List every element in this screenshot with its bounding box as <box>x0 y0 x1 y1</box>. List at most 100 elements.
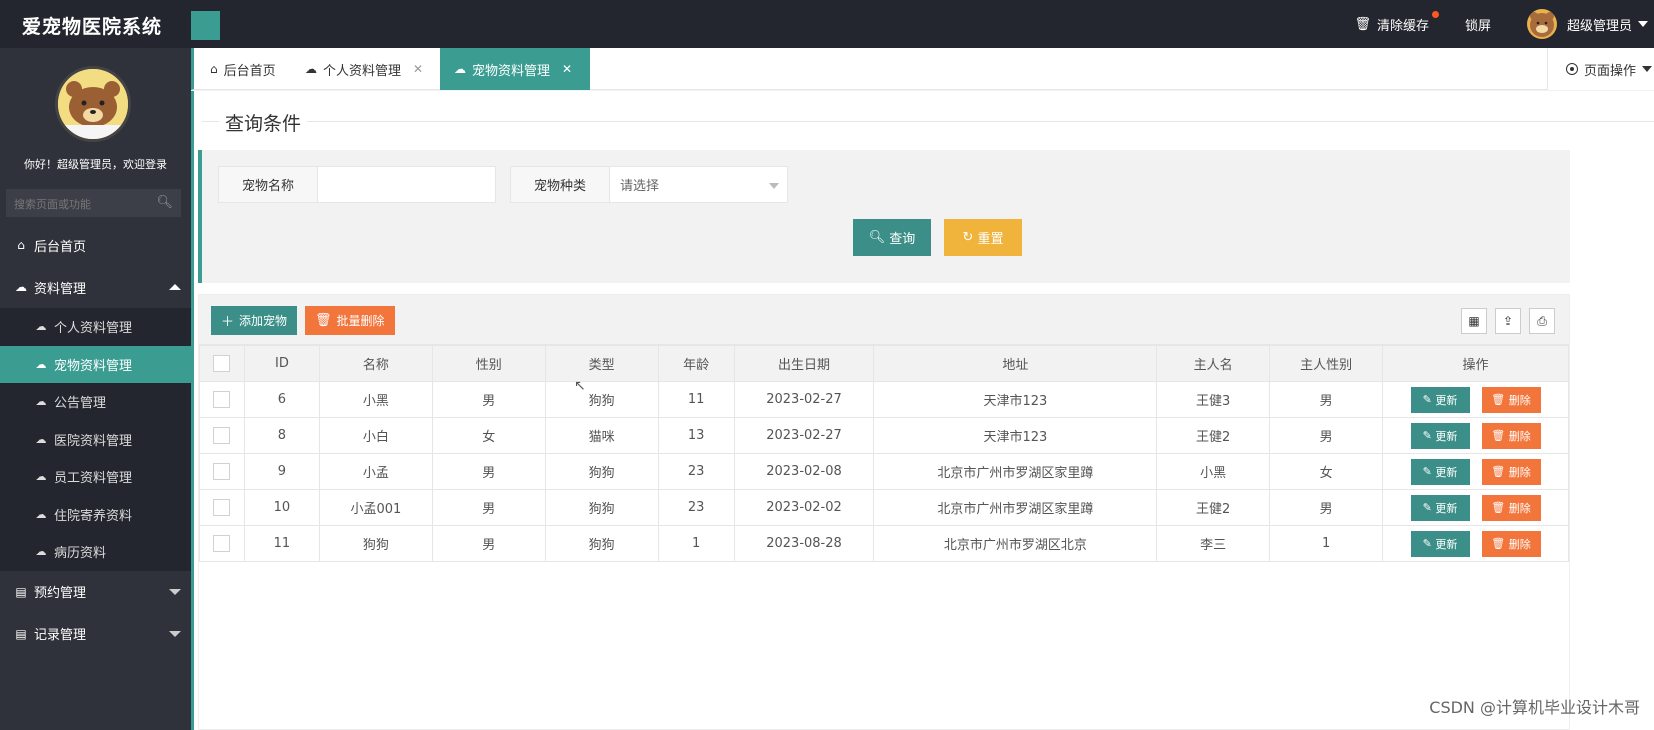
avatar <box>1526 9 1557 39</box>
column-header[interactable]: 地址 <box>873 345 1158 382</box>
close-icon[interactable]: ✕ <box>413 62 423 76</box>
table-cell: 2023-02-27 <box>733 417 875 454</box>
search-icon[interactable]: 🔍︎ <box>156 195 173 210</box>
table-cell: 小白 <box>318 417 433 454</box>
page-ops-dropdown[interactable]: 页面操作 <box>1547 48 1654 90</box>
delete-button[interactable]: 🗑 删除 <box>1481 530 1541 557</box>
row-actions: ✎ 更新 🗑 删除 <box>1382 489 1569 526</box>
clear-cache-button[interactable]: 🗑 清除缓存 <box>1354 10 1439 34</box>
sidebar-item-boarding[interactable]: ☁ 住院寄养资料 <box>0 496 191 534</box>
sidebar-item-label: 宠物资料管理 <box>54 358 133 374</box>
chevron-down-icon <box>769 183 779 189</box>
column-header[interactable]: 主人性别 <box>1269 345 1384 382</box>
delete-button[interactable]: 🗑 删除 <box>1481 494 1541 521</box>
sidebar-search-input[interactable]: 搜索页面或功能 🔍︎ <box>6 189 181 217</box>
row-checkbox[interactable] <box>213 427 231 444</box>
add-pet-button[interactable]: ＋ 添加宠物 <box>211 306 298 335</box>
row-select-cell[interactable] <box>199 381 245 418</box>
close-icon[interactable]: ✕ <box>562 62 572 76</box>
table-row: 8 小白女猫咪 13 2023-02-27 天津市123 王健2 男 ✎ 更新 🗑 删除 <box>199 417 1569 454</box>
sidebar-item-staff[interactable]: ☁ 员工资料管理 <box>0 458 191 496</box>
print-icon[interactable]: ⎙ <box>1529 308 1555 334</box>
cloud-icon: ☁ <box>35 545 47 559</box>
row-checkbox[interactable] <box>213 391 231 408</box>
delete-button[interactable]: 🗑 删除 <box>1481 386 1541 413</box>
update-button-label: 更新 <box>1435 393 1458 407</box>
update-button[interactable]: ✎ 更新 <box>1410 422 1470 449</box>
pet-name-input[interactable] <box>318 166 496 203</box>
tab-pet[interactable]: ☁ 宠物资料管理 ✕ <box>440 48 590 90</box>
column-header[interactable]: ID <box>243 345 320 382</box>
table-cell: 2023-08-28 <box>733 525 875 562</box>
column-header[interactable]: 性别 <box>431 345 546 382</box>
pencil-icon: ✎ <box>1422 537 1432 550</box>
sidebar-item-records[interactable]: ▤ 记录管理 <box>0 613 191 655</box>
table-cell: 23 <box>657 489 735 526</box>
update-button[interactable]: ✎ 更新 <box>1410 494 1470 521</box>
chevron-down-icon <box>169 630 181 637</box>
batch-delete-button[interactable]: 🗑 批量删除 <box>305 306 395 335</box>
row-select-cell[interactable] <box>199 417 245 454</box>
tab-personal[interactable]: ☁ 个人资料管理 ✕ <box>291 48 437 90</box>
delete-button[interactable]: 🗑 删除 <box>1481 458 1541 485</box>
column-header[interactable]: 类型 <box>544 345 659 382</box>
query-button[interactable]: 🔍︎ 查询 <box>853 219 931 256</box>
header-select-all[interactable] <box>199 345 245 382</box>
row-select-cell[interactable] <box>199 525 245 562</box>
column-header[interactable]: 出生日期 <box>733 345 875 382</box>
table-row: 6 小黑男狗狗 11 2023-02-27 天津市123 王健3 男 ✎ 更新 🗑 删除 <box>199 381 1569 418</box>
column-header[interactable]: 名称 <box>318 345 433 382</box>
sidebar-item-pet[interactable]: ☁ 宠物资料管理 <box>0 345 191 383</box>
update-button[interactable]: ✎ 更新 <box>1410 386 1470 413</box>
sidebar-item-home[interactable]: ⌂ 后台首页 <box>0 224 191 266</box>
row-checkbox[interactable] <box>213 499 231 516</box>
sidebar-item-data-mgmt[interactable]: ☁ 资料管理 <box>0 266 191 308</box>
columns-icon[interactable]: ▦ <box>1461 308 1487 334</box>
row-actions: ✎ 更新 🗑 删除 <box>1382 381 1569 418</box>
table-cell: 狗狗 <box>544 525 659 562</box>
data-table-panel: ＋ 添加宠物 🗑 批量删除 ▦ ⇪ ⎙ ID 名称 性别 类型 年龄 出生日期 … <box>198 294 1570 730</box>
table-cell: 男 <box>1269 381 1384 418</box>
pet-type-field-group: 宠物种类 请选择 <box>510 166 788 203</box>
tab-home[interactable]: ⌂ 后台首页 <box>196 48 290 90</box>
delete-button[interactable]: 🗑 删除 <box>1481 422 1541 449</box>
update-button-label: 更新 <box>1435 537 1458 551</box>
update-button[interactable]: ✎ 更新 <box>1410 530 1470 557</box>
mouse-cursor-icon: ↖ <box>574 378 586 394</box>
table-row: 11 狗狗男狗狗 1 2023-08-28 北京市广州市罗湖区北京 李三 1 ✎ 更新 🗑 删除 <box>199 525 1569 562</box>
top-header: 爱宠物医院系统 🗑 清除缓存 锁屏 超级管理员 <box>0 0 1654 48</box>
sidebar-item-appointment[interactable]: ▤ 预约管理 <box>0 571 191 613</box>
row-select-cell[interactable] <box>199 453 245 490</box>
table-row: 10 小孟001 男狗狗 23 2023-02-02 北京市广州市罗湖区家里蹲 王健2 男 ✎ … <box>199 489 1569 526</box>
table-cell: 10 <box>243 489 320 526</box>
user-menu[interactable]: 超级管理员 <box>1526 9 1648 39</box>
update-button-label: 更新 <box>1435 429 1458 443</box>
user-name: 超级管理员 <box>1566 18 1632 34</box>
pet-type-select[interactable]: 请选择 <box>610 166 788 203</box>
chevron-down-icon <box>1638 21 1648 27</box>
column-header[interactable]: 主人名 <box>1156 345 1271 382</box>
row-checkbox[interactable] <box>213 463 231 480</box>
column-header: 操作 <box>1382 345 1569 382</box>
reset-button[interactable]: ↻ 重置 <box>944 219 1022 256</box>
column-header[interactable]: 年龄 <box>657 345 735 382</box>
select-all-checkbox[interactable] <box>213 355 231 372</box>
row-select-cell[interactable] <box>199 489 245 526</box>
lock-screen-button[interactable]: 锁屏 <box>1465 15 1491 34</box>
sidebar-item-notice[interactable]: ☁ 公告管理 <box>0 383 191 421</box>
sidebar-item-hospital[interactable]: ☁ 医院资料管理 <box>0 421 191 459</box>
search-icon: 🔍︎ <box>868 230 886 245</box>
watermark: CSDN @计算机毕业设计木哥 <box>1429 698 1640 717</box>
divider <box>202 121 1654 122</box>
export-icon[interactable]: ⇪ <box>1495 308 1521 334</box>
table-cell: 天津市123 <box>873 417 1158 454</box>
cloud-icon: ☁ <box>35 507 47 521</box>
row-checkbox[interactable] <box>213 535 231 552</box>
sidebar-item-label: 个人资料管理 <box>54 321 133 337</box>
update-button[interactable]: ✎ 更新 <box>1410 458 1470 485</box>
table-cell: 1 <box>657 525 735 562</box>
table-cell: 2023-02-02 <box>733 489 875 526</box>
sidebar-toggle-button[interactable] <box>191 11 220 40</box>
sidebar-item-personal[interactable]: ☁ 个人资料管理 <box>0 308 191 346</box>
sidebar-item-medical-record[interactable]: ☁ 病历资料 <box>0 533 191 571</box>
